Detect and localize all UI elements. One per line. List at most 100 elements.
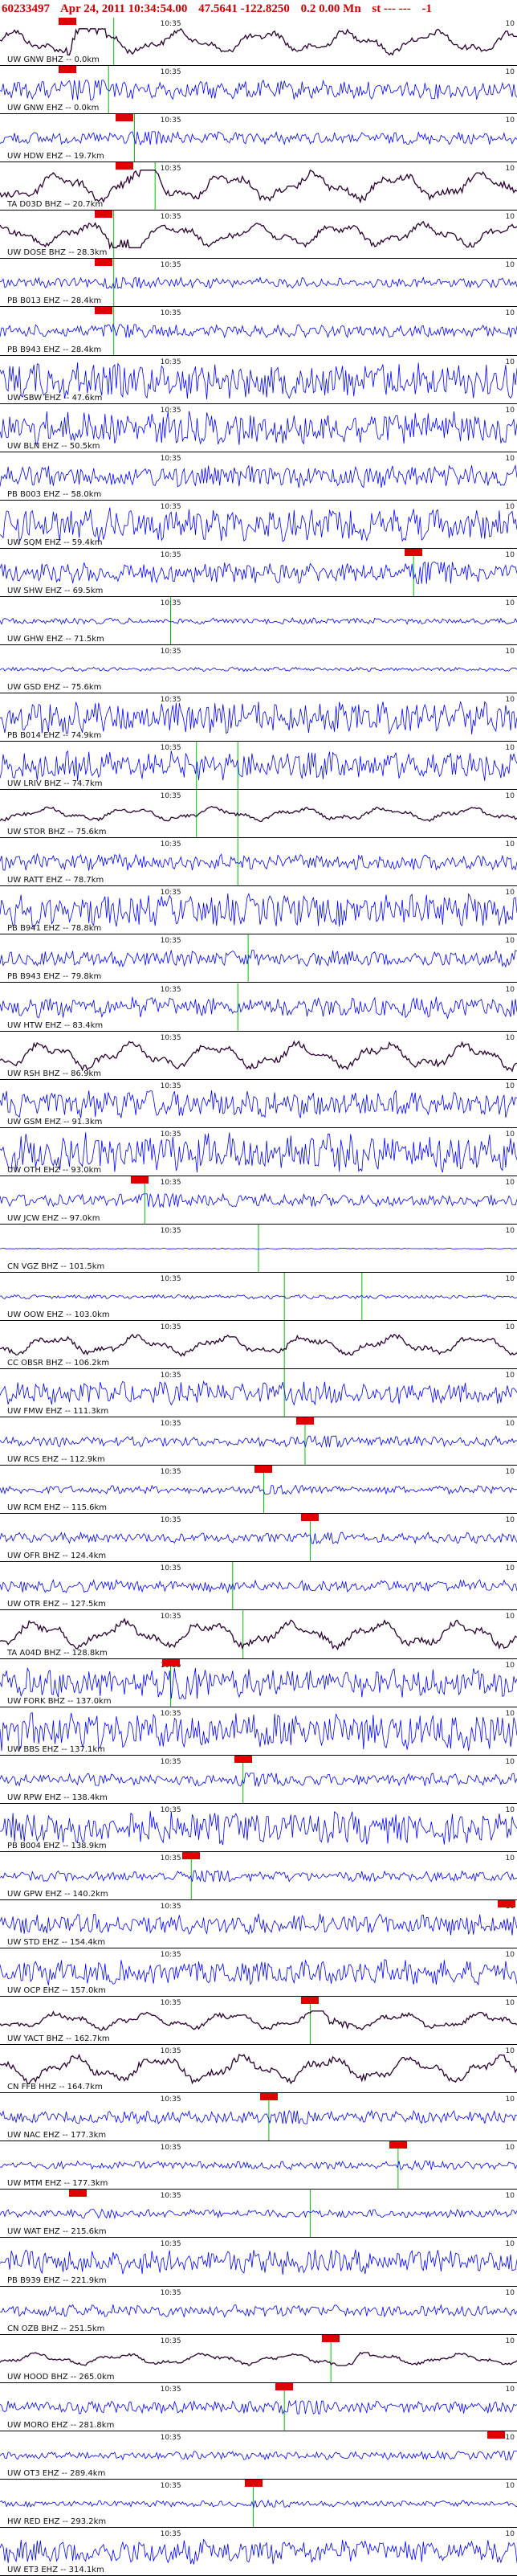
station-panel[interactable]: 10:35 10 CN VGZ BHZ -- 101.5km — [0, 1224, 517, 1273]
station-panel[interactable]: 10:35 10 UW ET3 EHZ -- 314.1km — [0, 2528, 517, 2576]
station-panel[interactable]: 10:35 10 HW RED EHZ -- 293.2km — [0, 2479, 517, 2528]
event-id: 60233497 — [2, 2, 50, 15]
pick-marker[interactable] — [259, 2093, 278, 2101]
station-panel[interactable]: 10:35 10 UW OTH EHZ -- 93.0km — [0, 1128, 517, 1176]
pick-marker[interactable] — [58, 18, 76, 25]
station-panel[interactable]: 10:35 10 PB B004 EHZ -- 138.9km — [0, 1804, 517, 1852]
station-panel[interactable]: 10:35 10 UW HOOD BHZ -- 265.0km — [0, 2334, 517, 2383]
station-panel[interactable]: 10:35 10 UW GSM EHZ -- 91.3km — [0, 1080, 517, 1128]
station-panel[interactable]: 10:35 10 UW STOR BHZ -- 75.6km — [0, 790, 517, 839]
pick-marker[interactable] — [234, 1755, 252, 1763]
station-panel[interactable]: 10:35 10 PB B943 EHZ -- 28.4km — [0, 307, 517, 356]
station-panel[interactable]: 10:3510UW STD EHZ -- 154.4km — [0, 1899, 517, 1948]
station-panel[interactable]: 10:35 10 UW SBW EHZ -- 47.6km — [0, 356, 517, 404]
station-panel[interactable]: 10:35 10 UW HDW EHZ -- 19.7km — [0, 114, 517, 163]
station-panel[interactable]: 10:35 10 UW WAT EHZ -- 215.6km — [0, 2190, 517, 2239]
station-panel[interactable]: 10:35 10 UW GPW EHZ -- 140.2km — [0, 1851, 517, 1900]
station-panel[interactable]: 10:35 10 UW RPW EHZ -- 138.4km — [0, 1755, 517, 1804]
station-panel[interactable]: 10:35 10 PB B013 EHZ -- 28.4km — [0, 259, 517, 308]
station-label: UW BLN EHZ -- 50.5km — [7, 441, 100, 451]
waveform-line — [0, 1959, 517, 1986]
station-panel[interactable]: 10:35 10 UW FMW EHZ -- 111.3km — [0, 1369, 517, 1418]
station-panel[interactable]: 10:35 10 UW MTM EHZ -- 177.3km — [0, 2141, 517, 2190]
station-label: UW HTW EHZ -- 83.4km — [7, 1020, 104, 1030]
station-panel[interactable]: 10:35 10 UW DOSE BHZ -- 28.3km — [0, 211, 517, 260]
station-panel[interactable]: 10:35 10 UW GNW BHZ -- 0.0km — [0, 18, 517, 67]
station-panel[interactable]: 10:35 10 UW LRIV BHZ -- 74.7km — [0, 742, 517, 791]
pick-marker[interactable] — [244, 2479, 263, 2487]
station-panel[interactable]: 10:3510UW FORK BHZ -- 137.0km — [0, 1658, 517, 1707]
pick-marker[interactable] — [161, 1658, 180, 1666]
edge-tick-label: 10 — [505, 1323, 515, 1332]
station-panel[interactable]: 10:35 10 PB B941 EHZ -- 78.8km — [0, 886, 517, 935]
waveform-line — [0, 1090, 517, 1118]
pick-marker[interactable] — [58, 66, 76, 74]
station-panel[interactable]: 10:35 10 UW RATT EHZ -- 78.7km — [0, 838, 517, 887]
station-panel[interactable]: 10:35 10 TA D03D BHZ -- 20.7km — [0, 162, 517, 211]
station-panel[interactable]: 10:35 10 UW SQM EHZ -- 59.4km — [0, 501, 517, 549]
station-panel[interactable]: 10:35 10 UW RCM EHZ -- 115.6km — [0, 1466, 517, 1515]
station-label: PB B013 EHZ -- 28.4km — [7, 296, 102, 306]
station-panel[interactable]: 10:35 10 UW OFR BHZ -- 124.4km — [0, 1514, 517, 1563]
station-panel[interactable]: 10:35 10 UW BBS EHZ -- 137.1km — [0, 1707, 517, 1756]
pick-marker[interactable] — [389, 2141, 407, 2149]
station-label: CN OZB BHZ -- 251.5km — [7, 2324, 105, 2333]
station-label: PB B943 EHZ -- 79.8km — [7, 972, 102, 982]
waveform-line — [0, 1617, 517, 1651]
station-label: PB B943 EHZ -- 28.4km — [7, 345, 102, 354]
station-label: UW MORO EHZ -- 281.8km — [7, 2420, 115, 2430]
pick-marker[interactable] — [301, 1997, 320, 2005]
waveform-line — [0, 806, 517, 823]
station-panel[interactable]: 10:35 10 PB B939 EHZ -- 221.9km — [0, 2238, 517, 2287]
station-panel[interactable]: 10:35 10 UW GHW EHZ -- 71.5km — [0, 596, 517, 645]
station-panel[interactable]: 10:35 10 UW SHW EHZ -- 69.5km — [0, 548, 517, 597]
pick-marker[interactable] — [94, 259, 112, 267]
pick-marker[interactable] — [94, 211, 112, 219]
station-panel[interactable]: 10:35 10 UW OCP EHZ -- 157.0km — [0, 1948, 517, 1997]
station-panel[interactable]: 10:35 10 CN FFB HHZ -- 164.7km — [0, 2045, 517, 2094]
station-label: UW RSH BHZ -- 86.9km — [7, 1069, 101, 1078]
station-panel[interactable]: 10:35 10 CN OZB BHZ -- 251.5km — [0, 2287, 517, 2335]
station-panel[interactable]: 10:35 10 PB B943 EHZ -- 79.8km — [0, 934, 517, 983]
station-panel[interactable]: 10:35 10 UW MORO EHZ -- 281.8km — [0, 2382, 517, 2431]
station-panel[interactable]: 10:35 10 UW OOW EHZ -- 103.0km — [0, 1272, 517, 1322]
station-panel[interactable]: 10:35 10 CC OBSR BHZ -- 106.2km — [0, 1321, 517, 1370]
station-panel[interactable]: 10:35 10 UW YACT BHZ -- 162.7km — [0, 1997, 517, 2046]
event-date: Apr 24, 2011 10:34:54.00 — [59, 2, 188, 15]
pick-marker[interactable] — [498, 1899, 515, 1907]
station-panel[interactable]: 10:35 10 UW HTW EHZ -- 83.4km — [0, 983, 517, 1032]
pick-marker[interactable] — [487, 2431, 506, 2439]
pick-marker[interactable] — [301, 1514, 320, 1522]
station-panel[interactable]: 10:35 10 TA A04D BHZ -- 128.8km — [0, 1610, 517, 1659]
pick-marker[interactable] — [68, 2190, 87, 2198]
pick-marker[interactable] — [295, 1417, 314, 1425]
station-panel[interactable]: 10:35 10 UW RSH BHZ -- 86.9km — [0, 1032, 517, 1080]
pick-marker[interactable] — [182, 1851, 201, 1859]
station-panel[interactable]: 10:35 10 UW GNW EHZ -- 0.0km — [0, 66, 517, 115]
station-panel[interactable]: 10:35 10 PB B014 EHZ -- 74.9km — [0, 693, 517, 742]
time-tick-label: 10:35 — [160, 2096, 181, 2104]
station-panel[interactable]: 10:35 10 UW JCW EHZ -- 97.0km — [0, 1176, 517, 1225]
time-tick-label: 10:35 — [160, 1951, 181, 1960]
pick-marker[interactable] — [322, 2334, 340, 2342]
station-panel[interactable]: 10:35 10 PB B003 EHZ -- 58.0km — [0, 452, 517, 501]
pick-marker[interactable] — [94, 307, 112, 315]
waveform-line — [0, 1810, 517, 1846]
station-panel[interactable]: 10:35 10 UW OT3 EHZ -- 289.4km — [0, 2431, 517, 2480]
station-panel[interactable]: 10:35 10 UW GSD EHZ -- 75.6km — [0, 645, 517, 694]
pick-marker[interactable] — [115, 114, 133, 122]
pick-marker[interactable] — [405, 548, 423, 556]
pick-marker[interactable] — [254, 1466, 273, 1474]
station-panel[interactable]: 10:35 10 UW BLN EHZ -- 50.5km — [0, 404, 517, 452]
station-panel[interactable]: 10:35 10 UW RCS EHZ -- 112.9km — [0, 1417, 517, 1466]
time-tick-label: 10:35 — [160, 1902, 181, 1911]
pick-marker[interactable] — [275, 2382, 294, 2390]
station-panel[interactable]: 10:35 10 UW NAC EHZ -- 177.3km — [0, 2093, 517, 2142]
station-panel[interactable]: 10:35 10 UW OTR EHZ -- 127.5km — [0, 1562, 517, 1611]
edge-tick-label: 10 — [505, 985, 515, 994]
edge-tick-label: 10 — [505, 647, 515, 656]
pick-marker[interactable] — [130, 1176, 149, 1184]
station-label: UW OCP EHZ -- 157.0km — [7, 1986, 106, 1996]
pick-marker[interactable] — [115, 162, 133, 170]
time-tick-label: 10:35 — [160, 213, 181, 222]
